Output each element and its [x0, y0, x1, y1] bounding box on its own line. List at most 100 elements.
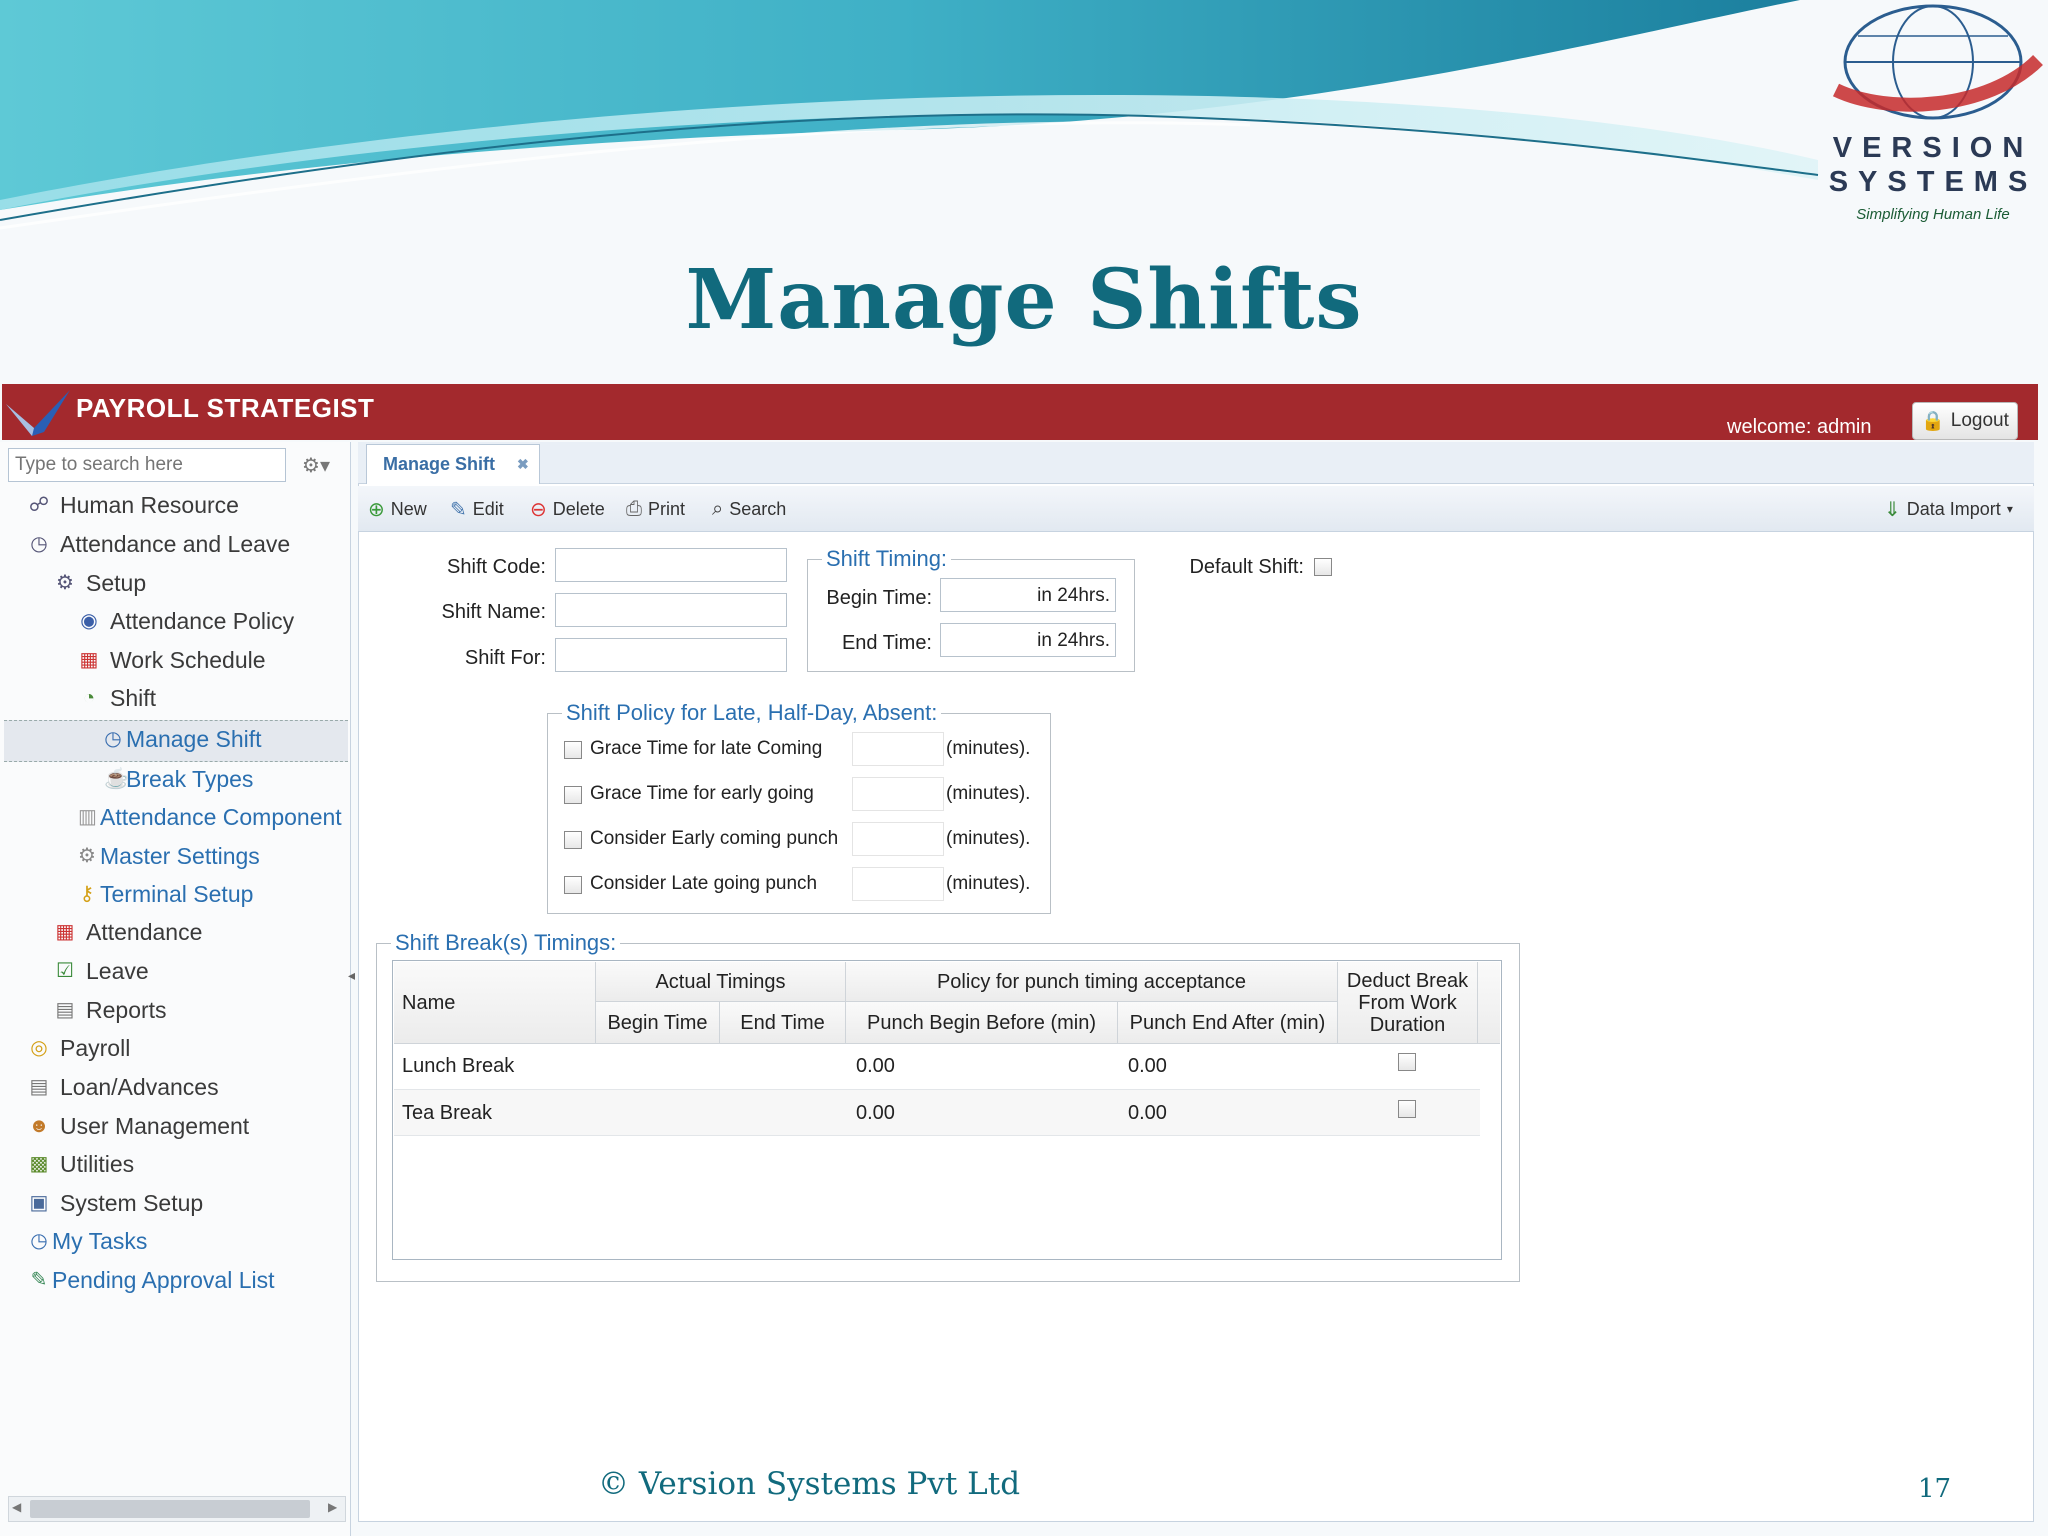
sidebar-item-pending-approval-list[interactable]: ✎ Pending Approval List — [28, 1264, 275, 1296]
approval-icon: ✎ — [30, 1269, 48, 1291]
sidebar-item-label: Leave — [86, 957, 149, 984]
sidebar-item-shift[interactable]: ◔ Shift — [78, 682, 156, 714]
late-going-punch-input[interactable] — [852, 867, 944, 901]
grace-late-coming-input[interactable] — [852, 732, 944, 766]
calendar-icon: ▦ — [55, 921, 75, 943]
collapse-sidebar-handle-icon[interactable]: ◂ — [348, 968, 358, 998]
sidebar-item-manage-shift[interactable]: ◷ Manage Shift — [104, 723, 261, 755]
shift-timing-legend: Shift Timing: — [826, 546, 948, 571]
punch-end-cell: 0.00 — [1128, 1102, 1167, 1124]
column-header-end-time[interactable]: End Time — [720, 1002, 846, 1044]
deduct-header-line1: Deduct Break — [1346, 969, 1469, 992]
end-time-label: End Time: — [841, 632, 932, 654]
sidebar-item-label: Shift — [110, 684, 157, 711]
sidebar-item-label: Pending Approval List — [52, 1266, 275, 1293]
sidebar-item-label: Loan/Advances — [60, 1073, 219, 1100]
column-header-deduct-break[interactable]: Deduct Break From Work Duration — [1338, 962, 1478, 1044]
column-header-name[interactable]: Name — [394, 962, 596, 1044]
deduct-header-line3: Duration — [1369, 1013, 1446, 1036]
print-button[interactable]: ⎙ Print — [626, 494, 685, 524]
sidebar-item-attendance-policy[interactable]: ◉ Attendance Policy — [78, 605, 294, 637]
page-number: 17 — [1918, 1474, 1952, 1504]
delete-circle-icon: ⊖ — [530, 498, 547, 521]
columns-icon: ▥ — [78, 806, 97, 828]
leave-check-icon: ☑ — [56, 960, 74, 982]
tab-manage-shift[interactable]: Manage Shift ✖ — [366, 444, 540, 484]
scrollbar-thumb[interactable] — [30, 1500, 310, 1518]
deduct-break-checkbox[interactable] — [1398, 1053, 1416, 1071]
org-chart-icon: ☍ — [28, 494, 50, 516]
search-options-gear-icon[interactable]: ⚙▾ — [294, 448, 338, 482]
deduct-header-line2: From Work — [1358, 991, 1457, 1014]
sidebar-item-my-tasks[interactable]: ◷ My Tasks — [28, 1225, 147, 1257]
column-header-filler — [1478, 962, 1500, 1044]
table-row[interactable] — [394, 1044, 1480, 1090]
sidebar-item-leave[interactable]: ☑ Leave — [54, 955, 149, 987]
column-header-begin-time[interactable]: Begin Time — [596, 1002, 720, 1044]
grace-early-going-checkbox[interactable] — [564, 786, 582, 804]
shift-for-label: Shift For: — [464, 647, 546, 669]
sidebar-item-user-management[interactable]: ☻ User Management — [28, 1110, 249, 1142]
column-header-punch-end[interactable]: Punch End After (min) — [1118, 1002, 1338, 1044]
logout-button[interactable]: 🔒 Logout — [1912, 402, 2018, 440]
sidebar-item-attendance-and-leave[interactable]: ◷ Attendance and Leave — [28, 528, 290, 560]
early-coming-punch-label: Consider Early coming punch — [590, 828, 839, 849]
sidebar-item-master-settings[interactable]: ⚙ Master Settings — [78, 840, 260, 872]
minutes-unit: (minutes). — [946, 738, 1031, 759]
data-import-label: Data Import — [1906, 498, 2001, 519]
edit-button[interactable]: ✎ Edit — [450, 494, 504, 524]
sidebar-search-input[interactable] — [8, 448, 286, 482]
deduct-break-checkbox[interactable] — [1398, 1100, 1416, 1118]
sidebar-item-loan-advances[interactable]: ▤ Loan/Advances — [28, 1071, 219, 1103]
shift-policy-legend: Shift Policy for Late, Half-Day, Absent: — [566, 700, 938, 725]
shift-name-input[interactable] — [555, 593, 787, 627]
monitor-icon: ▣ — [29, 1192, 49, 1214]
delete-button[interactable]: ⊖ Delete — [530, 494, 605, 524]
welcome-text: welcome: admin — [1727, 416, 1872, 438]
break-name-cell: Lunch Break — [402, 1055, 515, 1077]
sidebar-item-system-setup[interactable]: ▣ System Setup — [28, 1187, 204, 1219]
sidebar-item-reports[interactable]: ▤ Reports — [54, 994, 167, 1026]
sidebar-item-label: Attendance Policy — [110, 607, 295, 634]
early-coming-punch-input[interactable] — [852, 822, 944, 856]
sidebar-item-attendance[interactable]: ▦ Attendance — [54, 916, 203, 948]
sidebar-item-terminal-setup[interactable]: ⚷ Terminal Setup — [78, 878, 254, 910]
toolbox-icon: ▩ — [29, 1153, 49, 1175]
column-group-punch-policy: Policy for punch timing acceptance — [846, 962, 1338, 1002]
early-coming-punch-checkbox[interactable] — [564, 831, 582, 849]
minutes-unit: (minutes). — [946, 783, 1031, 804]
scroll-left-arrow-icon[interactable]: ◀ — [12, 1500, 21, 1514]
sidebar-item-human-resource[interactable]: ☍ Human Resource — [28, 489, 239, 521]
sidebar-item-break-types[interactable]: ☕ Break Types — [104, 763, 253, 795]
sidebar-item-utilities[interactable]: ▩ Utilities — [28, 1148, 135, 1180]
default-shift-checkbox[interactable] — [1314, 558, 1332, 576]
tab-close-icon[interactable]: ✖ — [517, 456, 529, 473]
edit-label: Edit — [472, 498, 504, 519]
grace-early-going-input[interactable] — [852, 777, 944, 811]
shift-code-label: Shift Code: — [447, 556, 546, 578]
brand-line-version: VERSION — [1832, 132, 2034, 164]
gear-icon: ⚙ — [78, 845, 96, 867]
header-wave-decoration — [0, 0, 1819, 230]
chevron-down-icon: ▾ — [2006, 502, 2013, 516]
grace-late-coming-checkbox[interactable] — [564, 741, 582, 759]
shift-code-input[interactable] — [555, 548, 787, 582]
end-time-hint: in 24hrs. — [1037, 630, 1110, 651]
default-shift-label: Default Shift: — [1189, 556, 1304, 578]
sidebar-item-work-schedule[interactable]: ▦ Work Schedule — [78, 644, 266, 676]
shift-for-input[interactable] — [555, 638, 787, 672]
sidebar-item-payroll[interactable]: ◎ Payroll — [28, 1032, 130, 1064]
tab-bar — [358, 442, 2034, 484]
sidebar-item-label: Human Resource — [60, 491, 239, 518]
sidebar-item-label: Master Settings — [100, 842, 260, 869]
sidebar-item-setup[interactable]: ⚙ Setup — [54, 567, 146, 599]
print-label: Print — [648, 498, 686, 519]
search-button[interactable]: ⌕ Search — [712, 494, 786, 524]
late-going-punch-checkbox[interactable] — [564, 876, 582, 894]
scroll-right-arrow-icon[interactable]: ▶ — [328, 1500, 337, 1514]
new-button[interactable]: ⊕ New — [368, 494, 427, 524]
column-header-punch-begin[interactable]: Punch Begin Before (min) — [846, 1002, 1118, 1044]
data-import-button[interactable]: ⇓ Data Import ▾ — [1884, 494, 2013, 524]
sidebar-item-attendance-component[interactable]: ▥ Attendance Component — [78, 801, 342, 833]
table-row[interactable] — [394, 1090, 1480, 1136]
